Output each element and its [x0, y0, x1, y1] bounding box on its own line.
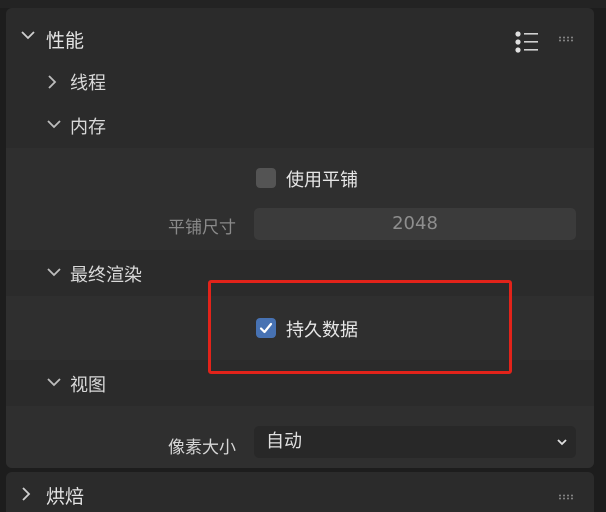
chevron-down-icon: [47, 378, 61, 387]
subpanel-final-render-label: 最终渲染: [70, 265, 142, 286]
performance-panel: 性能 线程 内存 使用平铺 平铺尺寸 2048 最终渲染 持久数据 视图 像素大…: [6, 8, 594, 468]
chevron-down-icon: [21, 31, 35, 40]
performance-panel-header[interactable]: 性能: [6, 16, 594, 58]
chevron-right-icon: [48, 75, 57, 89]
subpanel-threads-label: 线程: [70, 73, 106, 94]
chevron-down-icon: [47, 120, 61, 129]
bake-panel-header[interactable]: 烘焙: [6, 472, 594, 512]
pixel-size-label: 像素大小: [168, 438, 236, 458]
use-tiling-label: 使用平铺: [286, 170, 358, 191]
pixel-size-value: 自动: [266, 431, 302, 452]
drag-grip-icon[interactable]: [558, 494, 576, 500]
tile-size-label: 平铺尺寸: [168, 218, 236, 238]
list-options-icon[interactable]: [514, 31, 540, 53]
subpanel-memory-label: 内存: [70, 117, 106, 138]
bake-panel-title: 烘焙: [46, 486, 85, 508]
chevron-down-icon: [557, 439, 567, 446]
use-tiling-checkbox[interactable]: [256, 168, 276, 188]
drag-grip-icon[interactable]: [558, 36, 576, 42]
viewport-body: 像素大小 自动: [6, 406, 594, 468]
tile-size-field[interactable]: 2048: [254, 208, 576, 240]
subpanel-threads[interactable]: 线程: [6, 62, 594, 102]
subpanel-viewport-label: 视图: [70, 375, 106, 396]
subpanel-memory[interactable]: 内存: [6, 106, 594, 146]
top-strip: [0, 0, 606, 8]
chevron-down-icon: [47, 268, 61, 277]
memory-body: 使用平铺 平铺尺寸 2048: [6, 148, 594, 250]
panel-title: 性能: [46, 30, 85, 52]
pixel-size-select[interactable]: 自动: [254, 426, 576, 458]
highlight-annotation: [208, 280, 512, 374]
